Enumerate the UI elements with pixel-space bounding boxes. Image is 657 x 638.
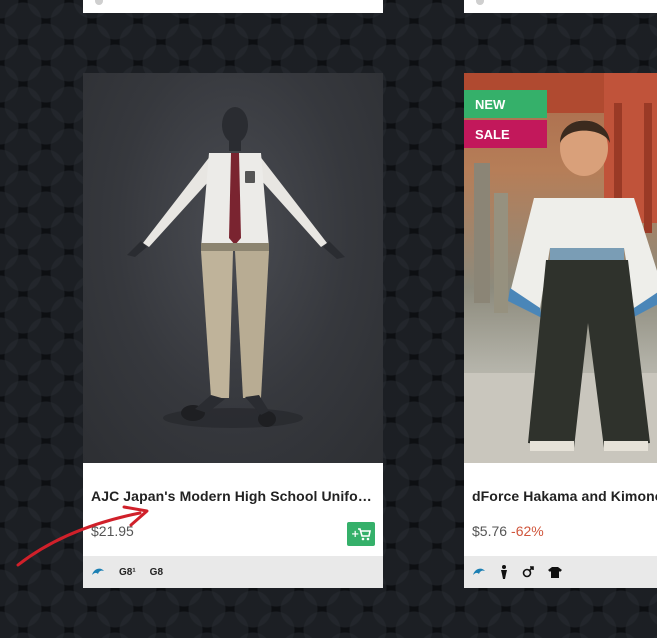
male-icon[interactable] [522, 566, 534, 578]
add-to-cart-button[interactable]: + [347, 522, 375, 546]
previous-product-card-left [83, 0, 383, 13]
add-to-cart-icon: + [351, 528, 371, 541]
sale-badge: SALE [464, 120, 547, 148]
product-card[interactable]: NEW SALE dForce Hakama and Kimono $5.76-… [464, 73, 657, 588]
figure-icon[interactable] [500, 565, 508, 579]
annotation-arrow [16, 505, 149, 567]
new-badge: NEW [464, 90, 547, 118]
dolphin-logo-icon [472, 566, 486, 578]
svg-text:+: + [351, 529, 359, 540]
product-meta-bar [464, 556, 657, 588]
previous-product-card-right [464, 0, 657, 13]
discount-percent: -62% [511, 523, 544, 539]
product-title[interactable]: dForce Hakama and Kimono [472, 488, 657, 504]
shirt-icon[interactable] [548, 566, 562, 578]
product-image[interactable] [83, 73, 383, 463]
product-price-row: $5.76 -62% [472, 523, 544, 539]
product-price: $5.76 [472, 523, 508, 539]
mannequin-uniform-image [127, 107, 345, 428]
